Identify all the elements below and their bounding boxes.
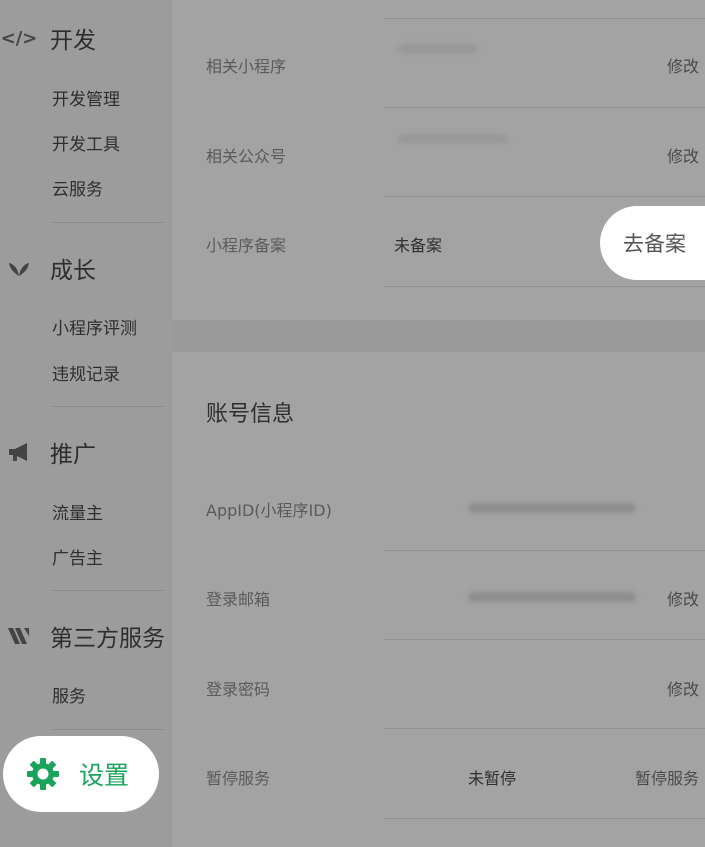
- section-title-third-party: 第三方服务: [50, 626, 165, 652]
- sidebar-section-growth: 成长: [0, 248, 96, 288]
- go-filing-button[interactable]: 去备案: [600, 206, 705, 280]
- account-info-title: 账号信息: [206, 402, 295, 427]
- row-divider: [384, 728, 705, 729]
- sidebar-divider: [52, 590, 164, 591]
- login-email-label: 登录邮箱: [206, 590, 271, 609]
- related-miniprogram-edit-link[interactable]: 修改: [667, 53, 699, 77]
- related-official-account-edit-link[interactable]: 修改: [667, 143, 699, 167]
- sidebar-item-settings[interactable]: 设置: [3, 736, 159, 812]
- login-email-value-blurred: [468, 592, 636, 602]
- blurred-value: [398, 134, 508, 144]
- sidebar-item-traffic-owner[interactable]: 流量主: [52, 500, 103, 528]
- row-divider: [384, 18, 705, 19]
- sidebar-item-evaluation[interactable]: 小程序评测: [52, 315, 137, 343]
- section-title-promotion: 推广: [50, 442, 96, 468]
- sidebar-item-dev-management[interactable]: 开发管理: [52, 86, 120, 114]
- sidebar-section-develop: </> 开发: [0, 18, 96, 58]
- megaphone-icon: [4, 442, 34, 462]
- row-divider: [384, 107, 705, 108]
- sidebar-section-third-party: 第三方服务: [0, 616, 165, 656]
- sidebar-item-dev-tools[interactable]: 开发工具: [52, 131, 120, 159]
- sidebar-divider: [52, 222, 164, 223]
- sidebar-divider: [52, 729, 164, 730]
- sidebar-item-advertiser[interactable]: 广告主: [52, 545, 103, 573]
- sprout-icon: [4, 259, 34, 277]
- row-divider: [384, 818, 705, 819]
- section-title-growth: 成长: [50, 258, 96, 284]
- sidebar-item-violation-records[interactable]: 违规记录: [52, 361, 120, 389]
- main-content: 相关小程序 修改 相关公众号 修改 小程序备案 未备案 去备案 账号信息 App…: [172, 0, 705, 847]
- third-party-icon: [4, 626, 34, 646]
- appid-value-blurred: [468, 503, 636, 513]
- code-icon: </>: [0, 27, 38, 49]
- sidebar-divider: [52, 406, 164, 407]
- related-official-account-label: 相关公众号: [206, 147, 287, 166]
- row-divider: [384, 196, 705, 197]
- sidebar-section-promotion: 推广: [0, 432, 96, 472]
- filing-label: 小程序备案: [206, 236, 287, 255]
- sidebar-item-cloud-service[interactable]: 云服务: [52, 176, 103, 204]
- row-divider: [384, 550, 705, 551]
- pause-service-link[interactable]: 暂停服务: [635, 765, 699, 789]
- row-divider: [384, 286, 705, 287]
- settings-label: 设置: [79, 761, 130, 790]
- pause-service-label: 暂停服务: [206, 769, 271, 788]
- blurred-value: [398, 44, 478, 54]
- filing-status-value: 未备案: [394, 236, 443, 255]
- login-password-edit-link[interactable]: 修改: [667, 676, 699, 700]
- go-filing-label: 去备案: [623, 232, 686, 256]
- gear-icon: [27, 758, 59, 790]
- pause-service-status: 未暂停: [468, 769, 517, 788]
- related-info-card: 相关小程序 修改 相关公众号 修改 小程序备案 未备案 去备案: [172, 0, 705, 320]
- related-miniprogram-label: 相关小程序: [206, 57, 287, 76]
- sidebar: </> 开发 开发管理 开发工具 云服务 成长 小程序评测 违规记录 推广 流量…: [0, 0, 172, 847]
- login-email-edit-link[interactable]: 修改: [667, 586, 699, 610]
- sidebar-item-service[interactable]: 服务: [52, 683, 86, 711]
- row-divider: [384, 639, 705, 640]
- appid-label: AppID(小程序ID): [206, 501, 332, 520]
- section-title-develop: 开发: [50, 28, 96, 54]
- login-password-label: 登录密码: [206, 680, 271, 699]
